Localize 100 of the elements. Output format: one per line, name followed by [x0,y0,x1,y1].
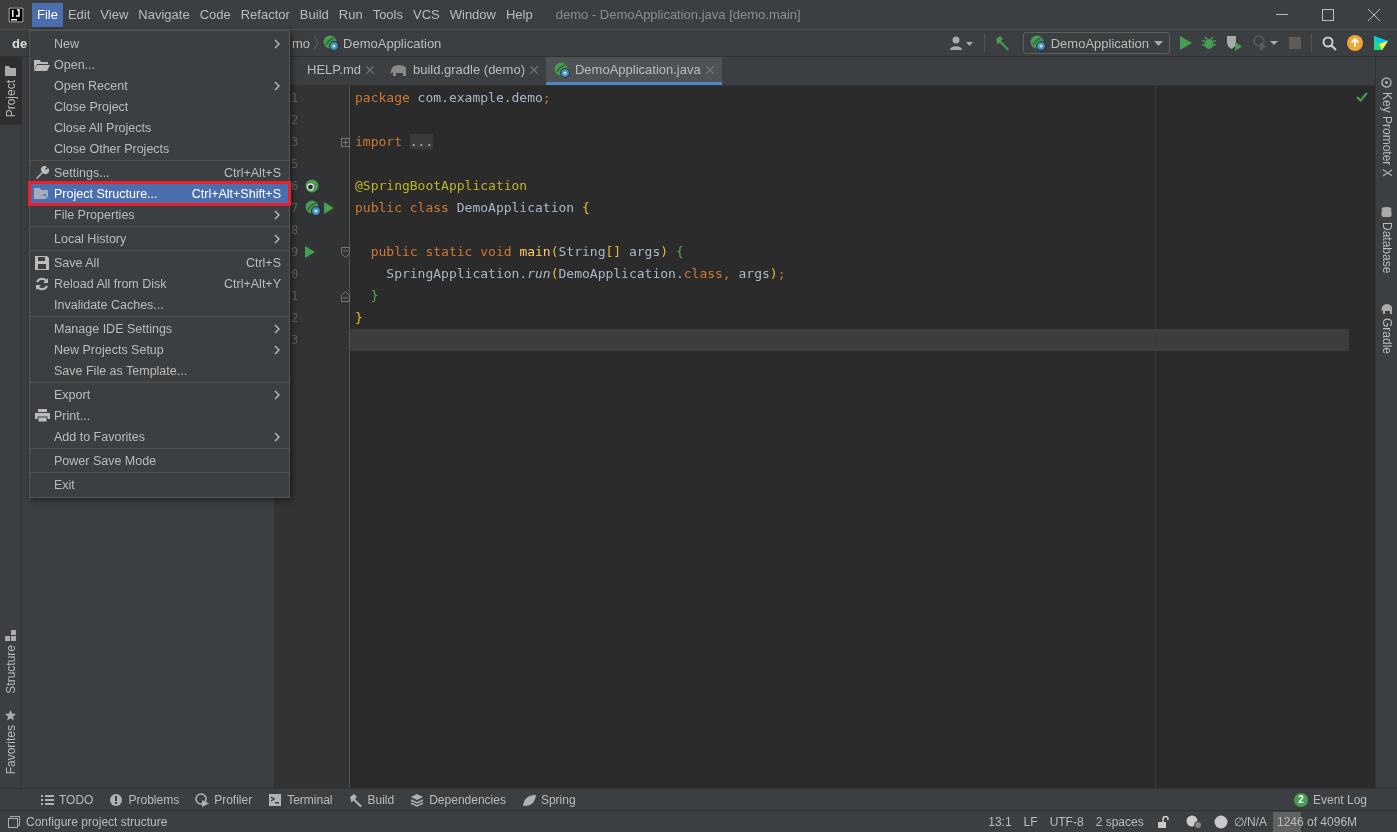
status-circle-icon [1213,814,1228,829]
menu-bar-item[interactable]: Refactor [235,2,295,27]
stop-icon [1289,37,1301,49]
terminal-icon [269,793,282,806]
run-icon[interactable] [324,202,334,214]
tool-window-button[interactable]: Dependencies [402,788,514,811]
tool-window-tab[interactable]: Project [0,57,22,126]
status-message: Configure project structure [26,814,168,829]
menu-item[interactable]: Manage IDE Settings [30,318,289,339]
editor-tab[interactable]: DemoApplication.java [546,57,722,85]
code-line: } [354,309,364,327]
structure-icon [5,629,16,641]
user-icon[interactable] [949,36,974,50]
tool-window-tab[interactable]: Database [1375,198,1397,282]
menu-item[interactable]: File Properties [30,204,289,225]
close-icon[interactable] [365,65,374,74]
fold-marker-icon[interactable] [341,290,350,302]
indent-setting[interactable]: 2 spaces [1089,814,1150,829]
menu-item[interactable]: Save All Ctrl+S [30,252,289,273]
vcs-status[interactable]: ∅/N/A [1227,814,1273,829]
tool-window-tab[interactable]: Structure [0,621,22,702]
tool-window-button[interactable]: Problems [101,788,188,811]
breadcrumb[interactable]: DemoApplication [343,35,442,51]
menu-item[interactable]: Open... [30,54,289,75]
tool-window-button[interactable]: TODO [32,788,102,811]
menu-item[interactable]: Open Recent [30,75,289,96]
menu-item[interactable]: Exit [30,474,289,495]
memory-usage: 1246 of 4096M [1276,814,1358,829]
toolbox-icon[interactable] [1373,35,1389,51]
menu-bar-item[interactable]: View [95,2,134,27]
menu-item[interactable]: Invalidate Caches... [30,294,289,315]
menu-item[interactable]: Close All Projects [30,117,289,138]
run-configuration-dropdown[interactable]: DemoApplication [1022,32,1170,54]
profiler-icon [1253,35,1279,51]
menu-item[interactable]: Reload All from Disk Ctrl+Alt+Y [30,273,289,294]
menu-item[interactable]: New [30,33,289,54]
menu-bar-item[interactable]: Navigate [133,2,195,27]
fold-marker-icon[interactable] [341,246,350,258]
menu-bar-item[interactable]: Help [500,2,538,27]
menu-item[interactable]: Close Project [30,96,289,117]
folder-icon [5,65,16,76]
menu-item[interactable]: Save File as Template... [30,360,289,381]
menu-bar-item[interactable]: VCS [408,2,445,27]
wrench-icon [35,165,49,180]
run-icon[interactable] [1180,36,1192,50]
code-line: public static void main(String[] args) { [369,243,685,261]
menu-bar-item[interactable]: Build [294,2,334,27]
menu-item[interactable]: Add to Favorites [30,426,289,447]
menu-bar-item[interactable]: Edit [62,2,96,27]
search-icon[interactable] [1322,35,1337,51]
close-icon[interactable] [530,65,538,74]
menu-item[interactable]: Local History [30,228,289,249]
tool-window-button[interactable]: Profiler [187,788,261,811]
menu-item[interactable]: Settings... Ctrl+Alt+S [30,162,289,183]
tool-window-tab[interactable]: Favorites [0,701,22,782]
menu-bar-item[interactable]: Tools [367,2,408,27]
spring-class-icon [1029,35,1046,51]
editor-tab[interactable]: build.gradle (demo) [381,57,546,85]
close-icon[interactable] [1368,8,1380,21]
menu-bar-item[interactable]: File [32,2,63,27]
bean-marker-icon[interactable] [305,179,319,193]
breadcrumb[interactable]: mo [292,35,311,51]
count-badge: 2 [1293,792,1308,807]
editor-tab[interactable]: HELP.md [299,57,382,85]
window-title: demo - DemoApplication.java [demo.main] [555,7,801,22]
file-encoding[interactable]: UTF-8 [1043,814,1090,829]
inspector-icon[interactable] [1185,814,1202,829]
tool-window-button[interactable]: Build [340,788,403,811]
lock-icon[interactable] [1157,815,1170,828]
menu-item[interactable]: Project Structure... Ctrl+Alt+Shift+S [30,183,289,204]
line-separator[interactable]: LF [1017,814,1044,829]
caret-position[interactable]: 13:1 [982,814,1018,829]
menu-item[interactable]: New Projects Setup [30,339,289,360]
printer-icon [34,409,50,422]
reload-icon [35,276,49,291]
menu-item[interactable]: Close Other Projects [30,138,289,159]
app-logo-icon [8,6,24,23]
run-icon[interactable] [305,246,315,258]
tool-window-tab[interactable]: Gradle [1375,295,1397,363]
tool-window-button[interactable]: Terminal [260,788,341,811]
code-line: package com.example.demo; [354,89,552,107]
tool-window-button[interactable]: Spring [513,788,584,811]
menu-item[interactable]: Print... [30,405,289,426]
list-icon [41,794,54,805]
bug-icon[interactable] [1202,36,1216,50]
dropdown-caret-icon [1154,40,1163,46]
coverage-icon[interactable] [1226,35,1243,51]
menu-item[interactable]: Power Save Mode [30,450,289,471]
minimize-icon[interactable] [1276,13,1288,16]
spring-class-icon [323,35,340,51]
menu-bar-item[interactable]: Code [194,2,236,27]
menu-bar-item[interactable]: Run [333,2,368,27]
menu-bar-item[interactable]: Window [444,2,501,27]
menu-item[interactable]: Export [30,384,289,405]
panel-toggle-icon[interactable] [8,815,20,828]
tool-window-tab[interactable]: Key Promoter X [1375,69,1397,185]
update-icon[interactable] [1347,35,1363,51]
fold-marker-icon[interactable] [341,136,350,148]
event-log-button[interactable]: 2 Event Log [1285,788,1375,811]
maximize-icon[interactable] [1322,8,1334,21]
